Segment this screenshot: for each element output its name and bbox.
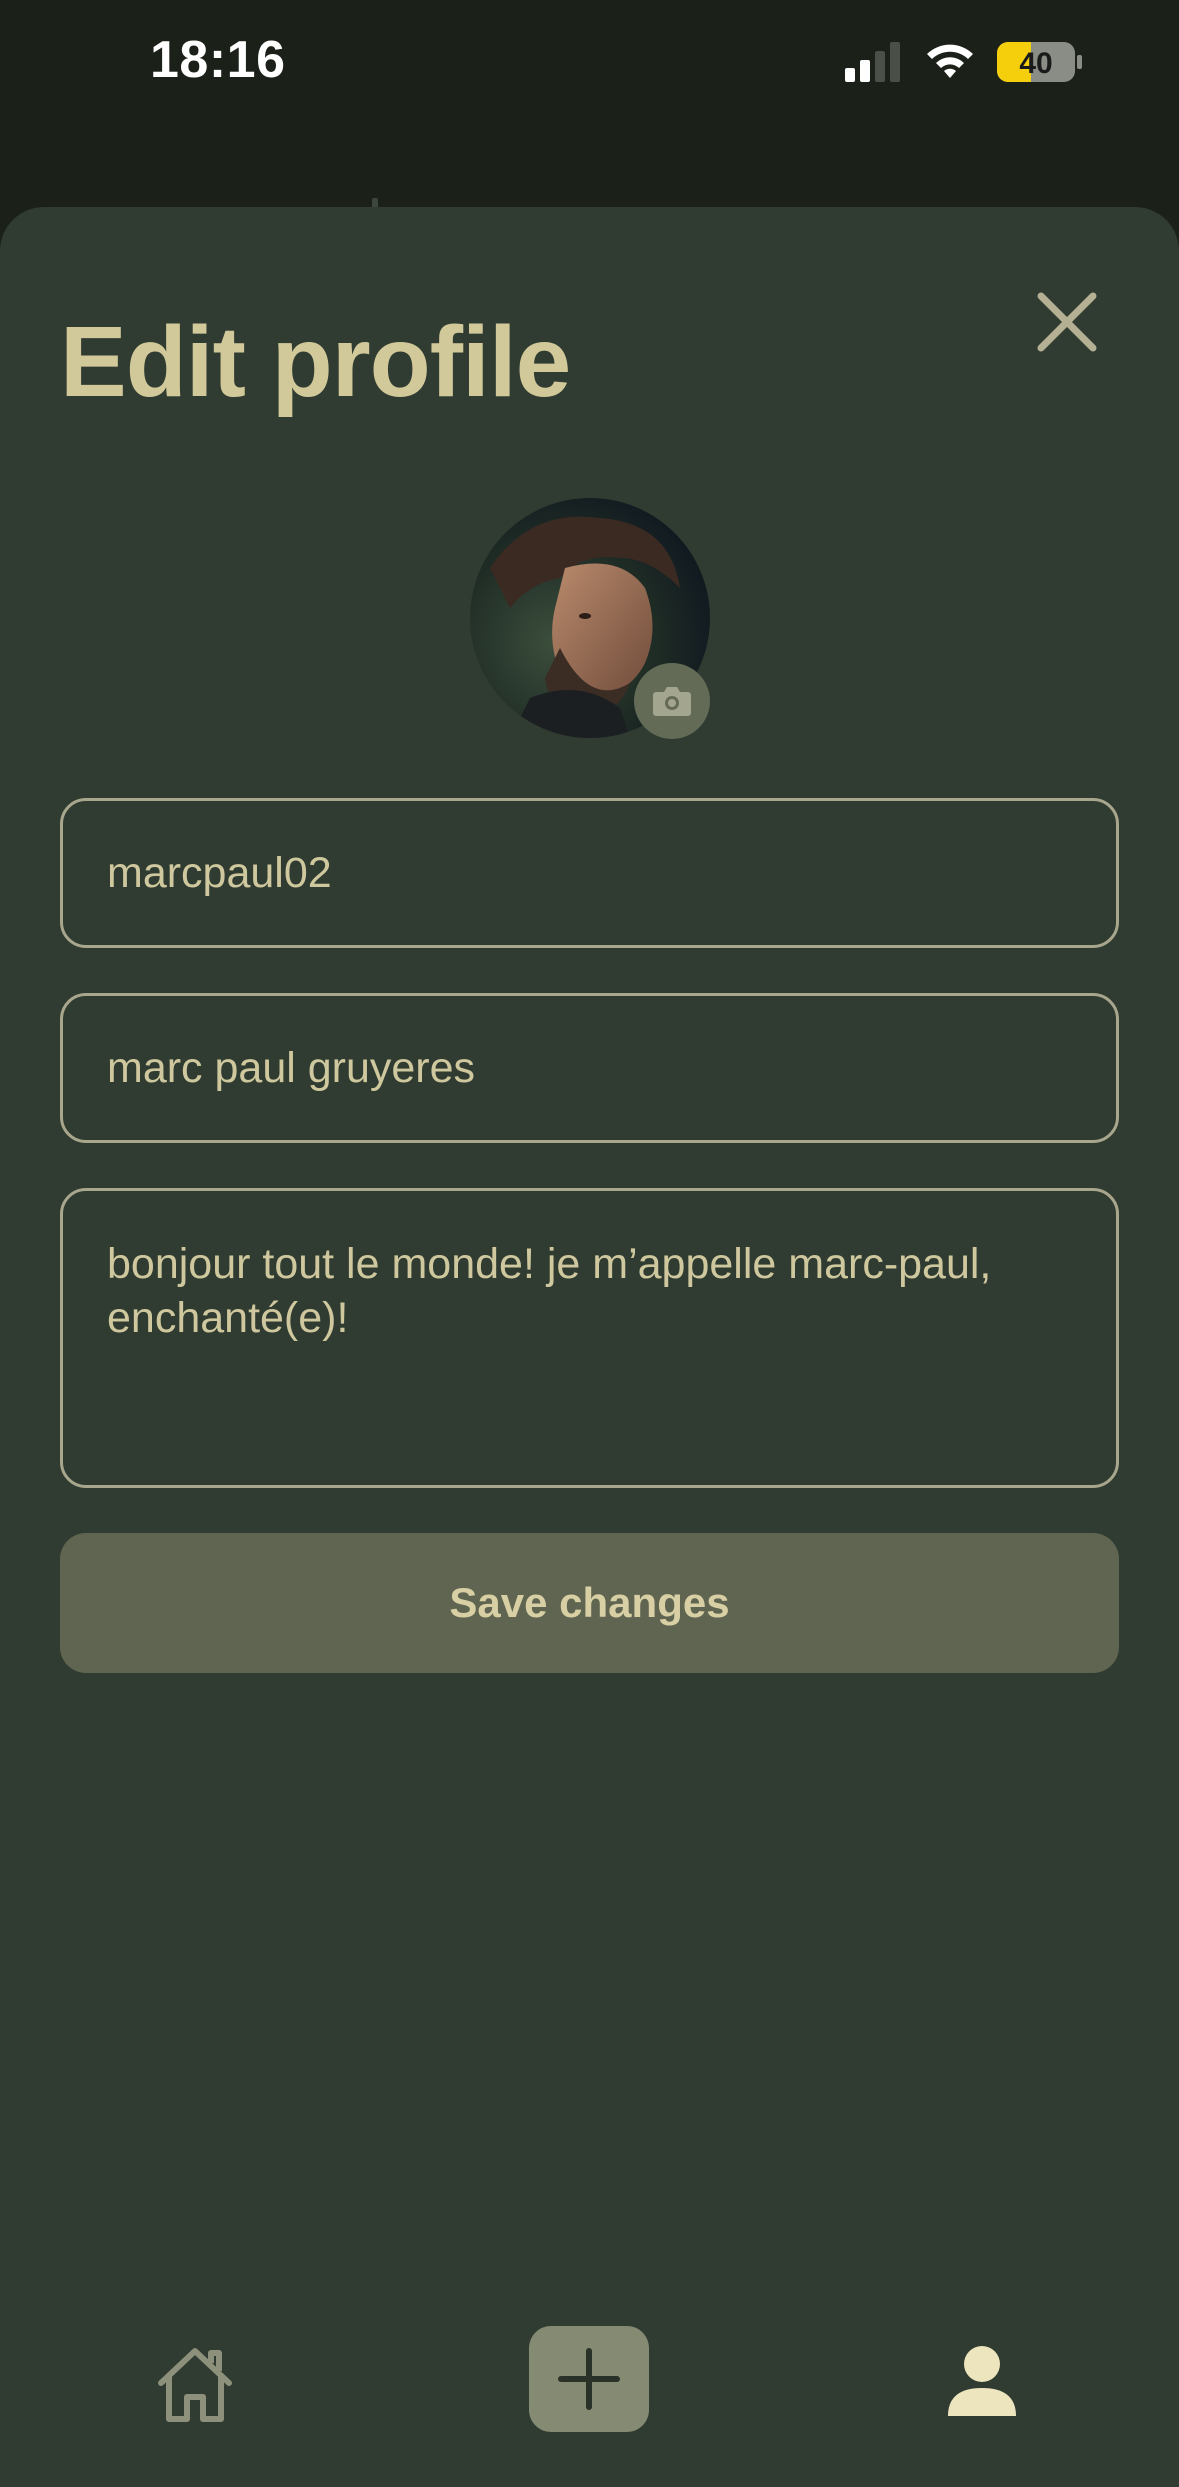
nav-profile[interactable] [937,2336,1027,2428]
close-button[interactable] [1030,285,1104,359]
save-changes-button[interactable]: Save changes [60,1533,1119,1673]
status-time: 18:16 [150,31,286,89]
name-field[interactable] [60,993,1119,1143]
battery-level: 40 [1019,47,1052,80]
camera-icon [653,687,691,716]
username-field[interactable] [60,798,1119,948]
screen: 18:16 40 Edit profile marcpaul02 marc pa… [0,0,1179,2487]
bottom-nav [0,2300,1179,2487]
status-bar: 18:16 40 [0,0,1179,130]
change-photo-button[interactable] [634,663,710,739]
battery-icon: 40 [997,42,1082,82]
page-title: Edit profile [60,306,571,418]
profile-icon [948,2346,1016,2416]
wifi-icon [927,44,973,78]
bio-field[interactable]: bonjour tout le monde! je m’appelle marc… [60,1188,1119,1488]
plus-icon [558,2348,620,2410]
nav-add-button[interactable] [529,2326,649,2432]
close-icon [1037,292,1097,352]
home-icon [158,2348,232,2422]
cellular-signal-icon [845,42,900,82]
nav-home[interactable] [150,2340,240,2430]
